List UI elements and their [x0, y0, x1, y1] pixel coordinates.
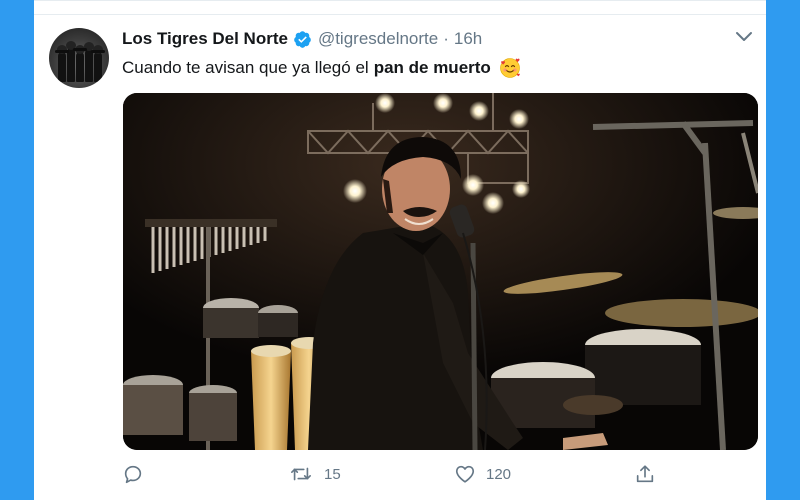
like-button[interactable]: 120: [454, 459, 511, 489]
tweet-card[interactable]: Los Tigres Del Norte @tigresdelnorte · 1…: [34, 0, 766, 500]
retweet-icon: [288, 463, 314, 485]
smiling-face-with-hearts-icon: [499, 57, 521, 79]
share-icon: [634, 463, 656, 485]
handle[interactable]: @tigresdelnorte: [318, 29, 438, 49]
display-name[interactable]: Los Tigres Del Norte: [122, 29, 288, 49]
tweet-actions: 15 120: [122, 459, 682, 489]
tweet-text: Cuando te avisan que ya llegó el pan de …: [122, 57, 521, 79]
tweet-text-plain: Cuando te avisan que ya llegó el: [122, 58, 369, 77]
heart-icon: [454, 463, 476, 485]
divider: [34, 1, 766, 15]
avatar[interactable]: [49, 28, 109, 88]
tweet-header: Los Tigres Del Norte @tigresdelnorte · 1…: [122, 27, 482, 51]
tweet-text-bold: pan de muerto: [373, 58, 491, 77]
concert-photo-image: [123, 93, 758, 450]
share-button[interactable]: [634, 459, 656, 489]
retweet-count: 15: [324, 465, 341, 483]
tweet-photo[interactable]: [123, 93, 758, 450]
chevron-down-icon[interactable]: [734, 29, 754, 45]
verified-badge-icon: [293, 30, 312, 49]
timestamp[interactable]: 16h: [454, 29, 482, 49]
reply-icon: [122, 463, 144, 485]
retweet-button[interactable]: 15: [288, 459, 341, 489]
separator: ·: [443, 29, 449, 48]
reply-button[interactable]: [122, 459, 154, 489]
like-count: 120: [486, 465, 512, 483]
